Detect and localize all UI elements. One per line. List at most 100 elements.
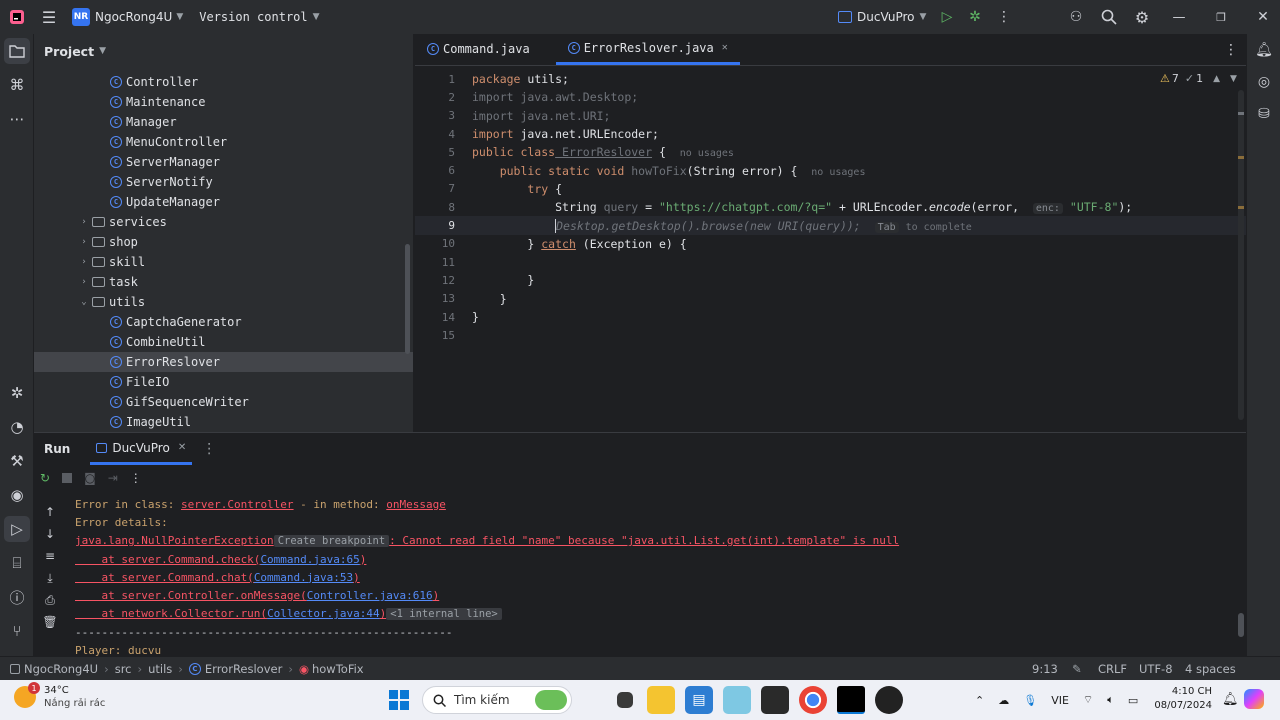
tree-item[interactable]: C UpdateManager [34, 192, 413, 212]
store-icon[interactable]: ▤ [685, 686, 713, 714]
more-vertical-icon[interactable]: ⋮ [202, 441, 216, 457]
debug-icon[interactable]: ✲ [966, 0, 984, 34]
code-area[interactable]: 1 package utils; 2 import java.awt.Desktop… [415, 70, 1246, 432]
print-icon[interactable]: ⎙ [34, 589, 66, 611]
source-link[interactable]: Command.java:53 [254, 571, 353, 584]
restore-icon[interactable]: ❐ [1210, 0, 1232, 34]
structure-icon[interactable]: ⌘ [0, 68, 34, 102]
editor-scrollbar[interactable] [1238, 90, 1244, 420]
close-tab-icon[interactable]: ✕ [178, 442, 186, 453]
main-menu-icon[interactable]: ☰ [34, 0, 64, 34]
chevron-right-icon[interactable]: › [78, 217, 90, 227]
readonly-toggle-icon[interactable]: ✎ [1072, 662, 1082, 676]
media-app-icon[interactable] [875, 686, 903, 714]
chevron-down-icon[interactable]: ⌄ [78, 297, 90, 307]
rerun-icon[interactable]: ↻ [40, 471, 50, 485]
copilot-icon[interactable] [1244, 689, 1264, 709]
onedrive-icon[interactable]: ☁ [998, 694, 1009, 707]
more-vertical-icon[interactable]: ⋮ [130, 471, 142, 485]
source-link[interactable]: Collector.java:44 [267, 607, 380, 620]
tree-item[interactable]: › shop [34, 232, 413, 252]
tree-item[interactable]: C CaptchaGenerator [34, 312, 413, 332]
task-view-icon[interactable] [617, 692, 633, 708]
taskbar-search[interactable]: Tìm kiếm [422, 686, 572, 714]
intellij-icon[interactable] [837, 686, 865, 714]
tab-command-java[interactable]: C Command.java [415, 33, 556, 65]
arrow-down-icon[interactable]: ↓ [34, 523, 66, 545]
chevron-right-icon[interactable]: › [78, 237, 90, 247]
tree-item[interactable]: ⌄ utils [34, 292, 413, 312]
console-link[interactable]: server.Controller [181, 498, 294, 511]
add-user-icon[interactable]: ⚇ [1066, 0, 1086, 34]
battery-icon[interactable]: ▭ [1128, 694, 1138, 707]
more-horizontal-icon[interactable]: ⋯ [0, 102, 34, 136]
tree-item[interactable]: C MenuController [34, 132, 413, 152]
weather-widget[interactable]: 1 34°C Nắng rải rác [14, 682, 105, 710]
tree-item[interactable]: C FileIO [34, 372, 413, 392]
game-app-icon[interactable] [761, 686, 789, 714]
console-output[interactable]: Error in class: server.Controller - in m… [75, 495, 1235, 657]
build-icon[interactable]: ⚒ [0, 444, 34, 478]
project-panel-header[interactable]: Project ▼ [34, 34, 413, 68]
chevron-right-icon[interactable]: › [78, 277, 90, 287]
ai-assistant-icon[interactable]: ◎ [1247, 66, 1280, 98]
profiler-icon[interactable]: ◔ [0, 410, 34, 444]
tree-item[interactable]: C Maintenance [34, 92, 413, 112]
git-icon[interactable]: ⑂ [0, 614, 34, 648]
search-icon[interactable] [1099, 0, 1119, 34]
notifications-icon[interactable]: 🔔︎ [1247, 34, 1280, 66]
exit-icon[interactable]: ⇥ [108, 471, 118, 485]
scroll-end-icon[interactable]: ⤓ [34, 567, 66, 589]
create-breakpoint-button[interactable]: Create breakpoint [273, 534, 390, 547]
database-icon[interactable]: ⛁ [1247, 98, 1280, 130]
run-tab[interactable]: DucVuPro ✕ [90, 433, 193, 465]
notification-bell-icon[interactable]: 🔔︎ [1222, 692, 1239, 707]
tree-item[interactable]: C ServerManager [34, 152, 413, 172]
file-encoding[interactable]: UTF-8 [1139, 662, 1173, 676]
problems-icon[interactable]: ⓘ [0, 580, 34, 614]
console-link[interactable]: onMessage [386, 498, 446, 511]
microphone-icon[interactable]: 🎙︎ [1023, 694, 1037, 707]
chrome-icon[interactable] [799, 686, 827, 714]
internal-lines-toggle[interactable]: <1 internal line> [386, 607, 502, 620]
file-explorer-icon[interactable] [647, 686, 675, 714]
chevron-right-icon[interactable]: › [78, 257, 90, 267]
wifi-icon[interactable]: ⌔ [1083, 693, 1093, 707]
soft-wrap-icon[interactable]: ≡ [34, 545, 66, 567]
more-vertical-icon[interactable]: ⋮ [997, 0, 1011, 34]
run-icon[interactable]: ▷ [938, 0, 956, 34]
services-icon[interactable]: ◉ [0, 478, 34, 512]
input-language[interactable]: VIE [1051, 694, 1069, 707]
tab-errorreslover-java[interactable]: C ErrorReslover.java ✕ [555, 33, 740, 65]
tree-item[interactable]: › skill [34, 252, 413, 272]
arrow-up-icon[interactable]: ↑ [34, 501, 66, 523]
tree-scrollbar[interactable] [405, 244, 410, 354]
project-selector[interactable]: NR NgocRong4U ▼ [72, 8, 183, 26]
breadcrumb-item[interactable]: ErrorReslover [205, 662, 282, 676]
tab-menu-icon[interactable]: ⋮ [1224, 34, 1238, 66]
line-separator[interactable]: CRLF [1098, 662, 1127, 676]
run-config-selector[interactable]: DucVuPro ▼ [838, 10, 926, 24]
tree-item[interactable]: › task [34, 272, 413, 292]
tree-item[interactable]: C Controller [34, 72, 413, 92]
tree-item[interactable]: › services [34, 212, 413, 232]
run-panel-icon[interactable]: ▷ [4, 516, 30, 542]
console-scrollbar[interactable] [1238, 613, 1244, 637]
close-icon[interactable]: ✕ [1252, 0, 1274, 34]
breadcrumb-item[interactable]: src [115, 662, 132, 676]
stop-icon[interactable] [62, 473, 73, 483]
usage-hint[interactable]: no usages [811, 167, 865, 178]
vcs-selector[interactable]: Version control ▼ [199, 10, 319, 24]
tree-item[interactable]: C ServerNotify [34, 172, 413, 192]
tree-item[interactable]: C GifSequenceWriter [34, 392, 413, 412]
minimize-icon[interactable]: — [1168, 0, 1190, 34]
tree-item[interactable]: C Manager [34, 112, 413, 132]
photos-icon[interactable] [723, 686, 751, 714]
bug-icon[interactable]: ✲ [0, 376, 34, 410]
folder-icon[interactable] [4, 38, 30, 64]
trash-icon[interactable]: 🗑︎ [34, 611, 66, 633]
close-tab-icon[interactable]: ✕ [722, 42, 728, 53]
start-button[interactable] [389, 690, 409, 710]
terminal-icon[interactable]: ⌸ [0, 546, 34, 580]
camera-icon[interactable]: ◙ [84, 471, 96, 485]
